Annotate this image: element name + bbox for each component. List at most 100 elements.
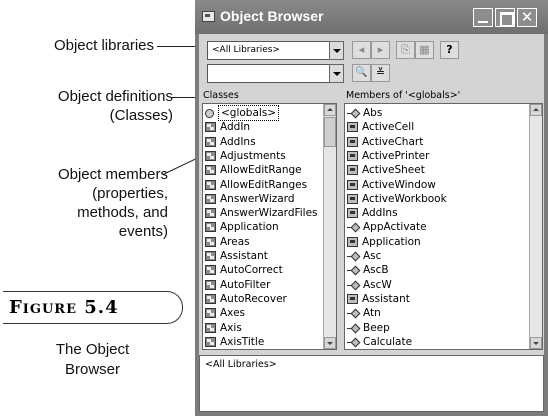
show-hide-search-results-button[interactable]: ≚ <box>371 64 390 82</box>
view-definition-button[interactable]: ▦ <box>415 41 434 59</box>
member-list-item-row[interactable]: AscB <box>347 263 389 277</box>
copy-icon: ⎘ <box>401 43 410 56</box>
property-icon <box>347 193 358 204</box>
class-icon <box>205 222 216 233</box>
member-list-item-name: Asc <box>363 250 382 263</box>
member-list-item-row[interactable]: Abs <box>347 106 382 120</box>
method-icon <box>347 222 359 232</box>
class-list-item-row[interactable]: AutoCorrect <box>205 263 283 277</box>
scroll-up-arrow-icon[interactable] <box>324 104 336 116</box>
title-bar[interactable]: Object Browser ✕ <box>195 0 548 34</box>
member-list-item-row[interactable]: ActiveSheet <box>347 163 425 177</box>
member-list-item-name: Application <box>362 235 421 248</box>
class-icon <box>205 236 216 247</box>
scroll-thumb[interactable] <box>324 117 336 147</box>
member-list-item-row[interactable]: ActiveWorkbook <box>347 192 447 206</box>
class-list-item-row[interactable]: AllowEditRange <box>205 163 302 177</box>
member-list-item-name: Calculate <box>363 335 413 348</box>
scroll-up-arrow-icon[interactable] <box>530 104 542 116</box>
search-button[interactable]: 🔍 <box>352 64 371 82</box>
class-list-item-row[interactable]: Application <box>205 220 279 234</box>
scroll-down-arrow-icon[interactable] <box>530 337 542 349</box>
member-list-item-name: Atn <box>363 307 381 320</box>
class-list-item-name: <globals> <box>218 105 280 122</box>
class-icon <box>205 251 216 262</box>
member-list-item-row[interactable]: ActiveChart <box>347 135 423 149</box>
class-list-item-row[interactable]: AutoFilter <box>205 278 270 292</box>
library-dropdown[interactable]: <All Libraries> <box>207 41 344 60</box>
class-list-item-name: Assistant <box>220 250 268 263</box>
callout-object-definitions: Object definitions (Classes) <box>4 87 173 125</box>
member-list-item-row[interactable]: Calculate <box>347 335 412 349</box>
member-list-item-row[interactable]: AddIns <box>347 206 398 220</box>
member-list-item-row[interactable]: AscW <box>347 278 392 292</box>
class-list-item-row[interactable]: AnswerWizardFiles <box>205 206 318 220</box>
close-button[interactable]: ✕ <box>517 8 537 27</box>
class-list-item-row[interactable]: Assistant <box>205 249 268 263</box>
callout-definitions-line2: (Classes) <box>109 107 173 124</box>
member-list-item-row[interactable]: Beep <box>347 321 390 335</box>
callout-members-line1: Object members <box>57 166 168 183</box>
callout-object-libraries-text: Object libraries <box>53 37 154 54</box>
callout-members-line4: events) <box>118 223 168 240</box>
member-list-item-row[interactable]: Atn <box>347 306 381 320</box>
chevron-down-icon[interactable] <box>329 41 344 60</box>
callout-members-line3: methods, and <box>77 204 168 221</box>
members-header: Members of '<globals>' <box>346 90 461 101</box>
property-icon <box>347 293 358 304</box>
class-list-item-row[interactable]: AxisTitle <box>205 335 264 349</box>
class-list-item-row[interactable]: AnswerWizard <box>205 192 294 206</box>
class-list-item-row[interactable]: Adjustments <box>205 149 286 163</box>
class-list-item-name: Adjustments <box>220 149 286 162</box>
class-list-item-row[interactable]: Axis <box>205 321 242 335</box>
property-icon <box>347 150 358 161</box>
class-list-item-name: AddIns <box>220 135 256 148</box>
globe-icon <box>205 108 214 118</box>
figure-caption-line2: Browser <box>64 361 120 378</box>
classes-header: Classes <box>203 90 239 101</box>
browser-client-area: <All Libraries> ◂ ▸ ⎘ ▦ ? 🔍 ≚ Classes <g… <box>199 34 544 412</box>
member-list-item-row[interactable]: ActiveWindow <box>347 178 436 192</box>
member-list-item-row[interactable]: Application <box>347 235 421 249</box>
members-list[interactable]: Abs ActiveCell ActiveChart ActivePrinter Act… <box>344 103 543 350</box>
members-scrollbar[interactable] <box>529 104 542 349</box>
chevron-down-icon[interactable] <box>329 64 344 83</box>
member-list-item-row[interactable]: Asc <box>347 249 381 263</box>
maximize-button[interactable] <box>495 8 515 27</box>
class-icon <box>205 293 216 304</box>
class-list-item-row[interactable]: Axes <box>205 306 245 320</box>
class-list-item-row[interactable]: AddIns <box>205 135 256 149</box>
minimize-button[interactable] <box>473 8 493 27</box>
member-list-item-row[interactable]: Assistant <box>347 292 410 306</box>
property-icon <box>347 165 358 176</box>
class-list-item-row[interactable]: <globals> <box>205 105 280 122</box>
copy-to-clipboard-button[interactable]: ⎘ <box>396 41 415 59</box>
class-list-item-row[interactable]: AutoRecover <box>205 292 287 306</box>
class-icon <box>205 308 216 319</box>
class-icon <box>205 265 216 276</box>
member-list-item-name: ActiveWindow <box>362 178 436 191</box>
method-icon <box>347 337 359 347</box>
classes-list[interactable]: <globals> AddIn AddIns Adjustments AllowEdit… <box>202 103 337 350</box>
member-list-item-row[interactable]: AppActivate <box>347 220 427 234</box>
class-list-item-row[interactable]: AddIn <box>205 120 250 134</box>
class-icon <box>205 208 216 219</box>
callout-definitions-line1: Object definitions <box>57 88 173 105</box>
help-button[interactable]: ? <box>440 41 459 59</box>
object-browser-window: Object Browser ✕ <All Libraries> ◂ ▸ ⎘ ▦… <box>195 0 548 416</box>
class-list-item-row[interactable]: AllowEditRanges <box>205 178 307 192</box>
classes-scrollbar[interactable] <box>323 104 336 349</box>
search-text-combo[interactable] <box>207 64 344 83</box>
member-list-item-row[interactable]: ActiveCell <box>347 120 414 134</box>
scroll-down-arrow-icon[interactable] <box>324 337 336 349</box>
go-back-button[interactable]: ◂ <box>352 41 371 59</box>
go-forward-button[interactable]: ▸ <box>371 41 390 59</box>
class-list-item-name: AnswerWizard <box>220 192 295 205</box>
member-list-item-name: ActivePrinter <box>362 149 430 162</box>
class-list-item-name: AddIn <box>220 121 251 134</box>
member-list-item-row[interactable]: ActivePrinter <box>347 149 429 163</box>
method-icon <box>347 265 359 275</box>
figure-label: Figure 5.4 <box>9 297 119 318</box>
close-icon: ✕ <box>520 8 534 26</box>
class-list-item-row[interactable]: Areas <box>205 235 250 249</box>
